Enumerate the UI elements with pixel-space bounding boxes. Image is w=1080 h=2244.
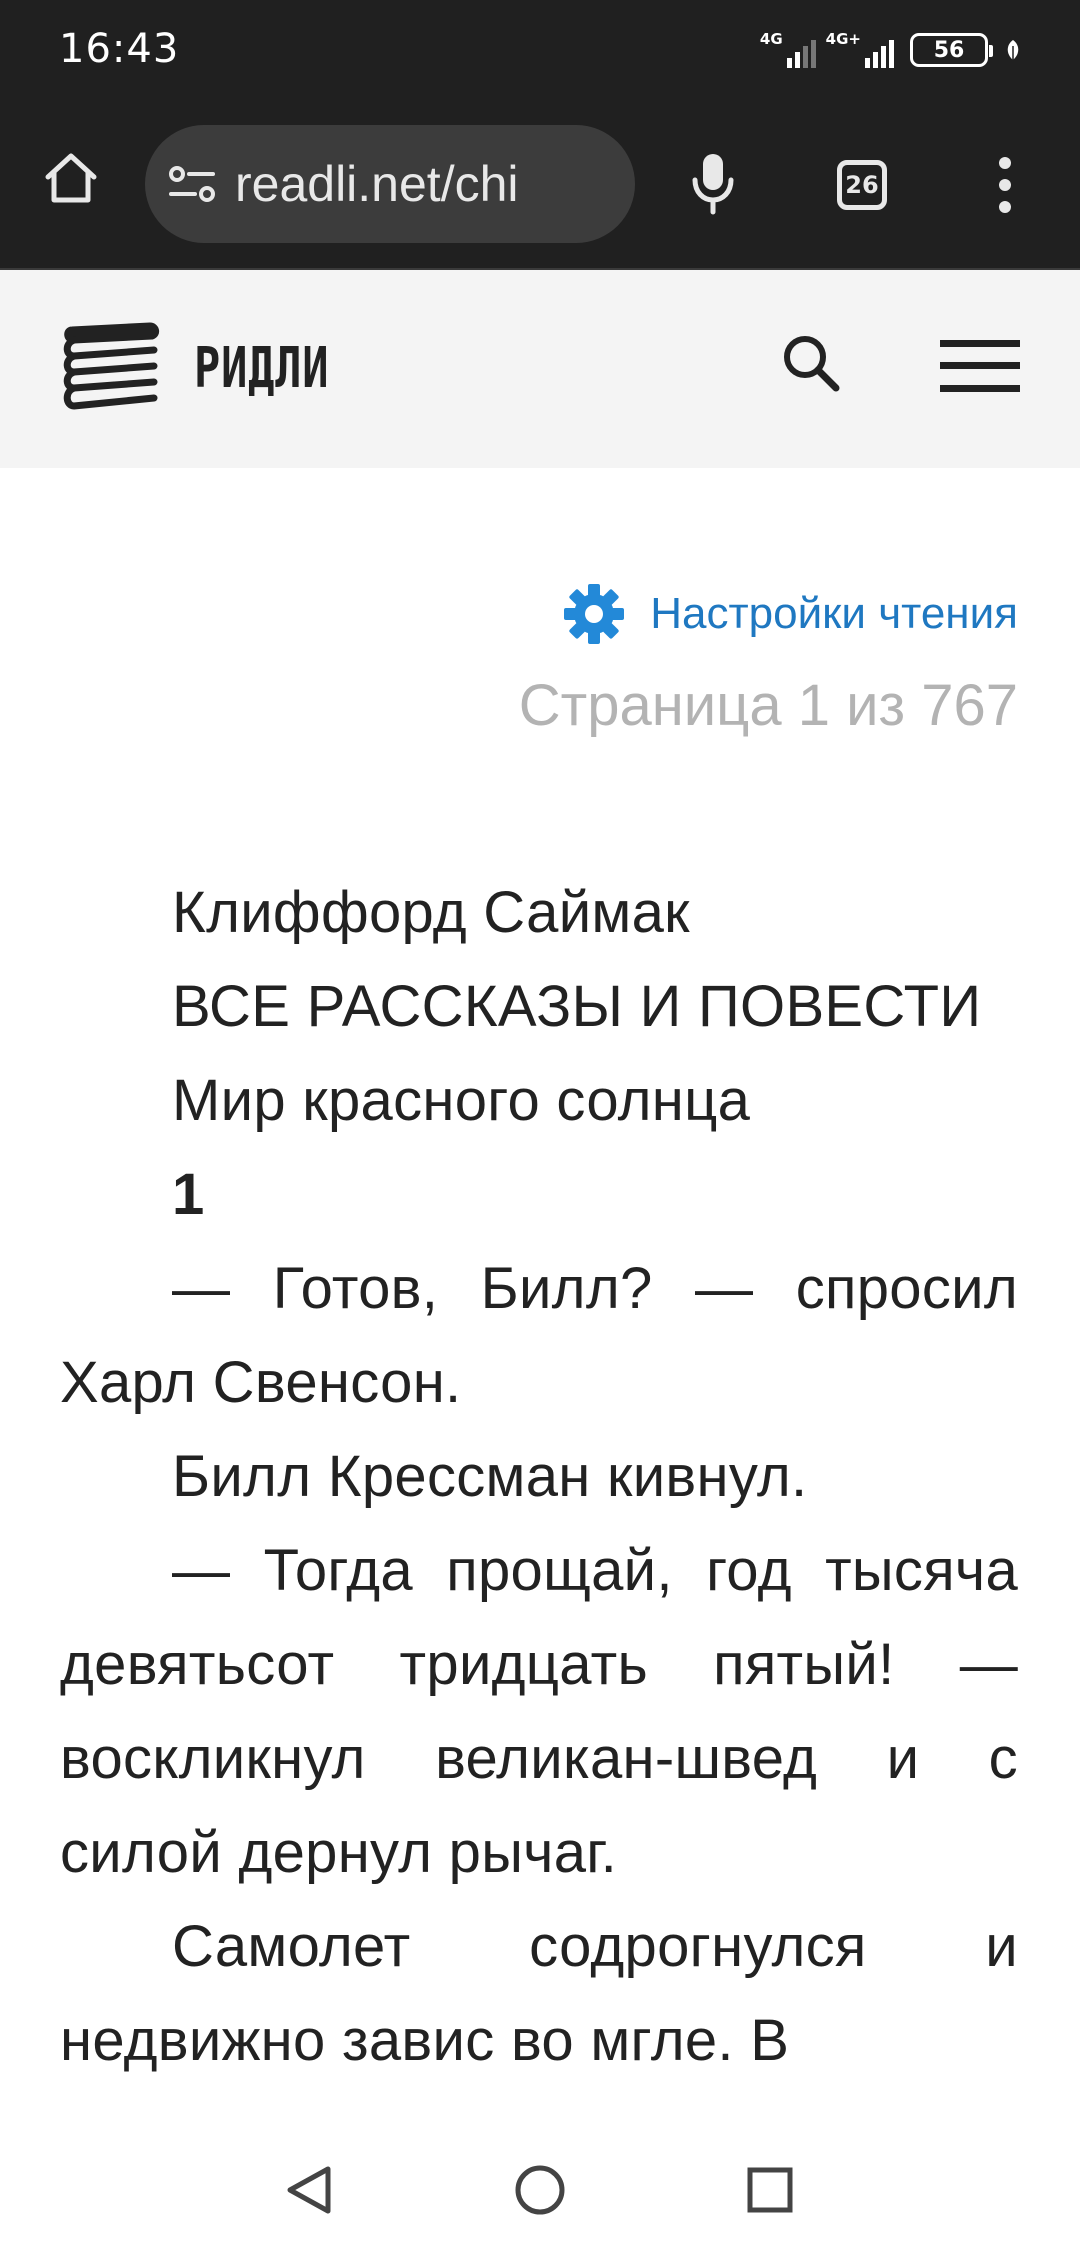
battery-level: 56 <box>933 37 965 63</box>
recent-apps-square-icon <box>747 2167 793 2213</box>
browser-menu-button[interactable] <box>985 150 1025 220</box>
page-indicator: Страница 1 из 767 <box>518 673 1018 738</box>
book-text: Клиффорд Саймак ВСЕ РАССКАЗЫ И ПОВЕСТИ М… <box>60 866 1018 2136</box>
back-button[interactable] <box>277 2158 341 2222</box>
story-title: Мир красного солнца <box>172 1068 751 1133</box>
browser-toolbar: readli.net/chi 26 <box>0 100 1080 270</box>
back-triangle-icon <box>287 2166 331 2214</box>
home-nav-button[interactable] <box>508 2158 572 2222</box>
more-vert-icon <box>999 157 1011 213</box>
site-header: РИДЛИ <box>0 270 1080 468</box>
voice-search-button[interactable] <box>680 150 746 216</box>
search-button[interactable] <box>780 332 842 394</box>
signal-4g-icon: 4G <box>760 32 816 68</box>
site-logo[interactable]: РИДЛИ <box>58 322 368 414</box>
reading-settings-label[interactable]: Настройки чтения <box>650 589 1018 639</box>
chapter-number: 1 <box>172 1162 205 1227</box>
text-paragraph: Билл Крессман кивнул. <box>172 1444 808 1509</box>
address-bar[interactable]: readli.net/chi <box>145 125 635 243</box>
system-navigation-bar <box>0 2136 1080 2244</box>
hamburger-menu-icon <box>940 340 1020 392</box>
recent-apps-button[interactable] <box>738 2158 802 2222</box>
reading-settings-link[interactable]: Настройки чтения <box>562 582 1018 646</box>
logo-text: РИДЛИ <box>194 335 330 401</box>
tab-count: 26 <box>845 171 879 199</box>
book-author: Клиффорд Саймак <box>172 880 690 945</box>
status-bar: 16:43 4G 4G+ 56 <box>0 0 1080 100</box>
menu-button[interactable] <box>940 338 1020 394</box>
signal-4g-plus-icon: 4G+ <box>826 32 894 68</box>
home-icon <box>45 153 97 203</box>
text-paragraph: Самолет содрогнулся и недвижно завис во … <box>60 1914 1018 2073</box>
url-text[interactable]: readli.net/chi <box>235 155 519 213</box>
home-circle-icon <box>515 2165 565 2215</box>
mic-icon <box>692 154 734 215</box>
status-time: 16:43 <box>59 26 180 72</box>
site-settings-icon[interactable] <box>167 164 217 204</box>
network-type-1: 4G <box>759 30 783 48</box>
tabs-icon: 26 <box>837 160 887 210</box>
text-paragraph: — Тогда прощай, год тысяча девятьсот три… <box>60 1538 1018 1885</box>
search-icon <box>784 336 840 392</box>
tab-switcher-button[interactable]: 26 <box>827 150 897 220</box>
battery-icon: 56 <box>910 33 993 67</box>
status-icons: 4G 4G+ 56 <box>760 30 1022 70</box>
books-stack-icon <box>63 322 160 410</box>
text-paragraph: — Готов, Билл? — спросил Харл Свенсон. <box>60 1256 1018 1415</box>
gear-icon <box>564 584 625 644</box>
book-collection-title: ВСЕ РАССКАЗЫ И ПОВЕСТИ <box>172 974 982 1039</box>
network-type-2: 4G+ <box>825 30 861 48</box>
leaf-icon <box>1007 40 1019 60</box>
home-button[interactable] <box>38 145 104 211</box>
